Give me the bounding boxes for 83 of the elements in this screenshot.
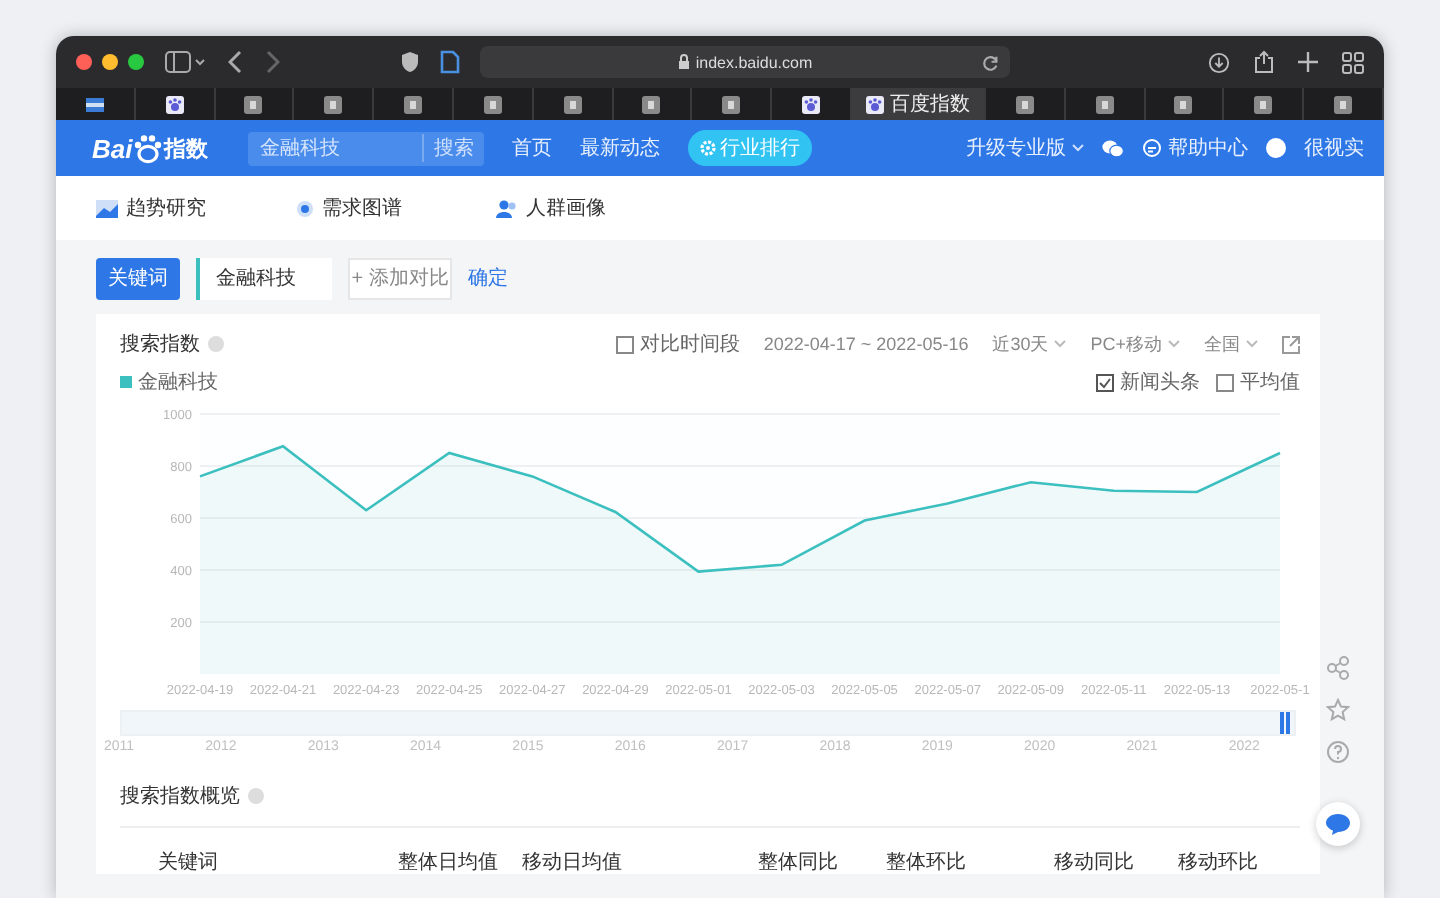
section-title: 搜索指数概览 xyxy=(120,783,240,810)
subnav-link[interactable]: 需求图谱 xyxy=(296,194,496,222)
favicon-icon xyxy=(563,95,582,113)
favicon-icon xyxy=(1095,95,1114,113)
favicon-icon xyxy=(404,95,423,113)
check-icon xyxy=(1098,375,1112,389)
region-dropdown[interactable]: 全国 xyxy=(1204,331,1258,357)
favicon-icon xyxy=(324,95,343,113)
search-button[interactable]: 搜索 xyxy=(422,134,474,162)
lock-icon xyxy=(677,54,690,70)
favicon-icon xyxy=(244,95,263,113)
favicon-icon xyxy=(483,95,502,113)
date-range[interactable]: 2022-04-17 ~ 2022-05-16 xyxy=(763,334,969,354)
confirm-link[interactable]: 确定 xyxy=(468,264,508,292)
column-header: 移动日均值 xyxy=(522,850,624,876)
download-icon[interactable] xyxy=(1208,51,1230,73)
option-checkbox[interactable]: 平均值 xyxy=(1216,368,1300,396)
subnav-link[interactable]: 人群画像 xyxy=(496,194,696,222)
chat-bubble-icon xyxy=(1324,812,1352,836)
gear-icon xyxy=(700,140,716,156)
favicon-icon xyxy=(1015,95,1034,113)
sidebar-icon[interactable] xyxy=(164,50,208,74)
chat-button[interactable] xyxy=(1316,802,1360,846)
caret-icon xyxy=(1054,340,1067,348)
keyword-field[interactable]: 金融科技 xyxy=(196,257,332,299)
close-window-button[interactable] xyxy=(76,54,92,70)
favicon-icon xyxy=(1334,95,1353,113)
compare-checkbox[interactable]: 对比时间段 xyxy=(615,330,740,358)
favicon-icon xyxy=(1174,95,1193,113)
target-icon xyxy=(296,199,314,217)
shield-icon[interactable] xyxy=(400,50,420,74)
paw-favicon-icon xyxy=(802,95,821,113)
people-icon xyxy=(496,199,518,217)
column-header: 整体环比 xyxy=(886,849,968,876)
favicon-icon xyxy=(722,95,741,113)
favicon-icon xyxy=(1254,95,1273,113)
slider-handle[interactable] xyxy=(1280,712,1290,734)
favicon-icon xyxy=(642,95,661,113)
tab-overview-icon[interactable] xyxy=(1342,51,1364,73)
star-icon[interactable] xyxy=(1326,698,1350,722)
panel-title[interactable]: 搜索指数 xyxy=(120,330,200,358)
paw-favicon-icon xyxy=(165,95,184,113)
column-header: 移动环比 xyxy=(1178,849,1260,876)
timeline-slider[interactable] xyxy=(120,710,1296,736)
chat-bubbles-icon[interactable] xyxy=(1102,139,1124,157)
bar-favicon-icon xyxy=(85,97,104,111)
column-header: 移动同比 xyxy=(1054,849,1136,876)
column-header: 关键词 xyxy=(158,849,220,876)
help-link[interactable]: 帮助中心 xyxy=(1142,134,1248,162)
nav-link[interactable]: 行业排行 xyxy=(688,130,812,166)
page-icon[interactable] xyxy=(440,50,460,74)
caret-icon xyxy=(1246,340,1258,348)
legend-item[interactable]: 金融科技 xyxy=(120,368,218,396)
option-checkbox[interactable]: 新闻头条 xyxy=(1096,368,1200,396)
add-compare-button[interactable]: + 添加对比 xyxy=(348,257,452,299)
column-header: 整体日均值 xyxy=(398,850,500,876)
nav-link[interactable]: 最新动态 xyxy=(580,134,660,162)
avatar-icon[interactable] xyxy=(1266,138,1286,158)
device-dropdown[interactable]: PC+移动 xyxy=(1090,331,1180,357)
subnav-link[interactable]: 趋势研究 xyxy=(96,194,296,222)
new-tab-icon[interactable] xyxy=(1298,52,1318,72)
zoom-window-button[interactable] xyxy=(128,54,144,70)
back-icon[interactable] xyxy=(228,50,244,74)
paw-favicon-icon xyxy=(865,95,884,113)
column-header: 整体同比 xyxy=(758,849,840,876)
minimize-window-button[interactable] xyxy=(102,54,118,70)
address-bar[interactable]: index.baidu.com xyxy=(480,46,1010,78)
caret-icon xyxy=(1072,144,1084,152)
share-icon[interactable] xyxy=(1254,50,1274,74)
browser-tab[interactable]: 百度指数 xyxy=(851,88,986,120)
logo[interactable]: Bai 指数 xyxy=(92,133,248,163)
upgrade-link[interactable]: 升级专业版 xyxy=(966,134,1084,162)
chart-icon xyxy=(96,199,118,217)
user-name[interactable]: 很视实 xyxy=(1304,134,1364,162)
reload-icon[interactable] xyxy=(982,53,1000,71)
caret-icon xyxy=(1168,340,1180,348)
export-icon[interactable] xyxy=(1282,335,1300,353)
period-dropdown[interactable]: 近30天 xyxy=(992,331,1067,357)
forward-icon[interactable] xyxy=(264,50,280,74)
keyword-tab[interactable]: 关键词 xyxy=(96,257,180,299)
nav-link[interactable]: 首页 xyxy=(512,134,552,162)
chat-bubble-icon xyxy=(1142,138,1162,158)
search-field[interactable]: 金融科技 搜索 xyxy=(248,131,484,165)
